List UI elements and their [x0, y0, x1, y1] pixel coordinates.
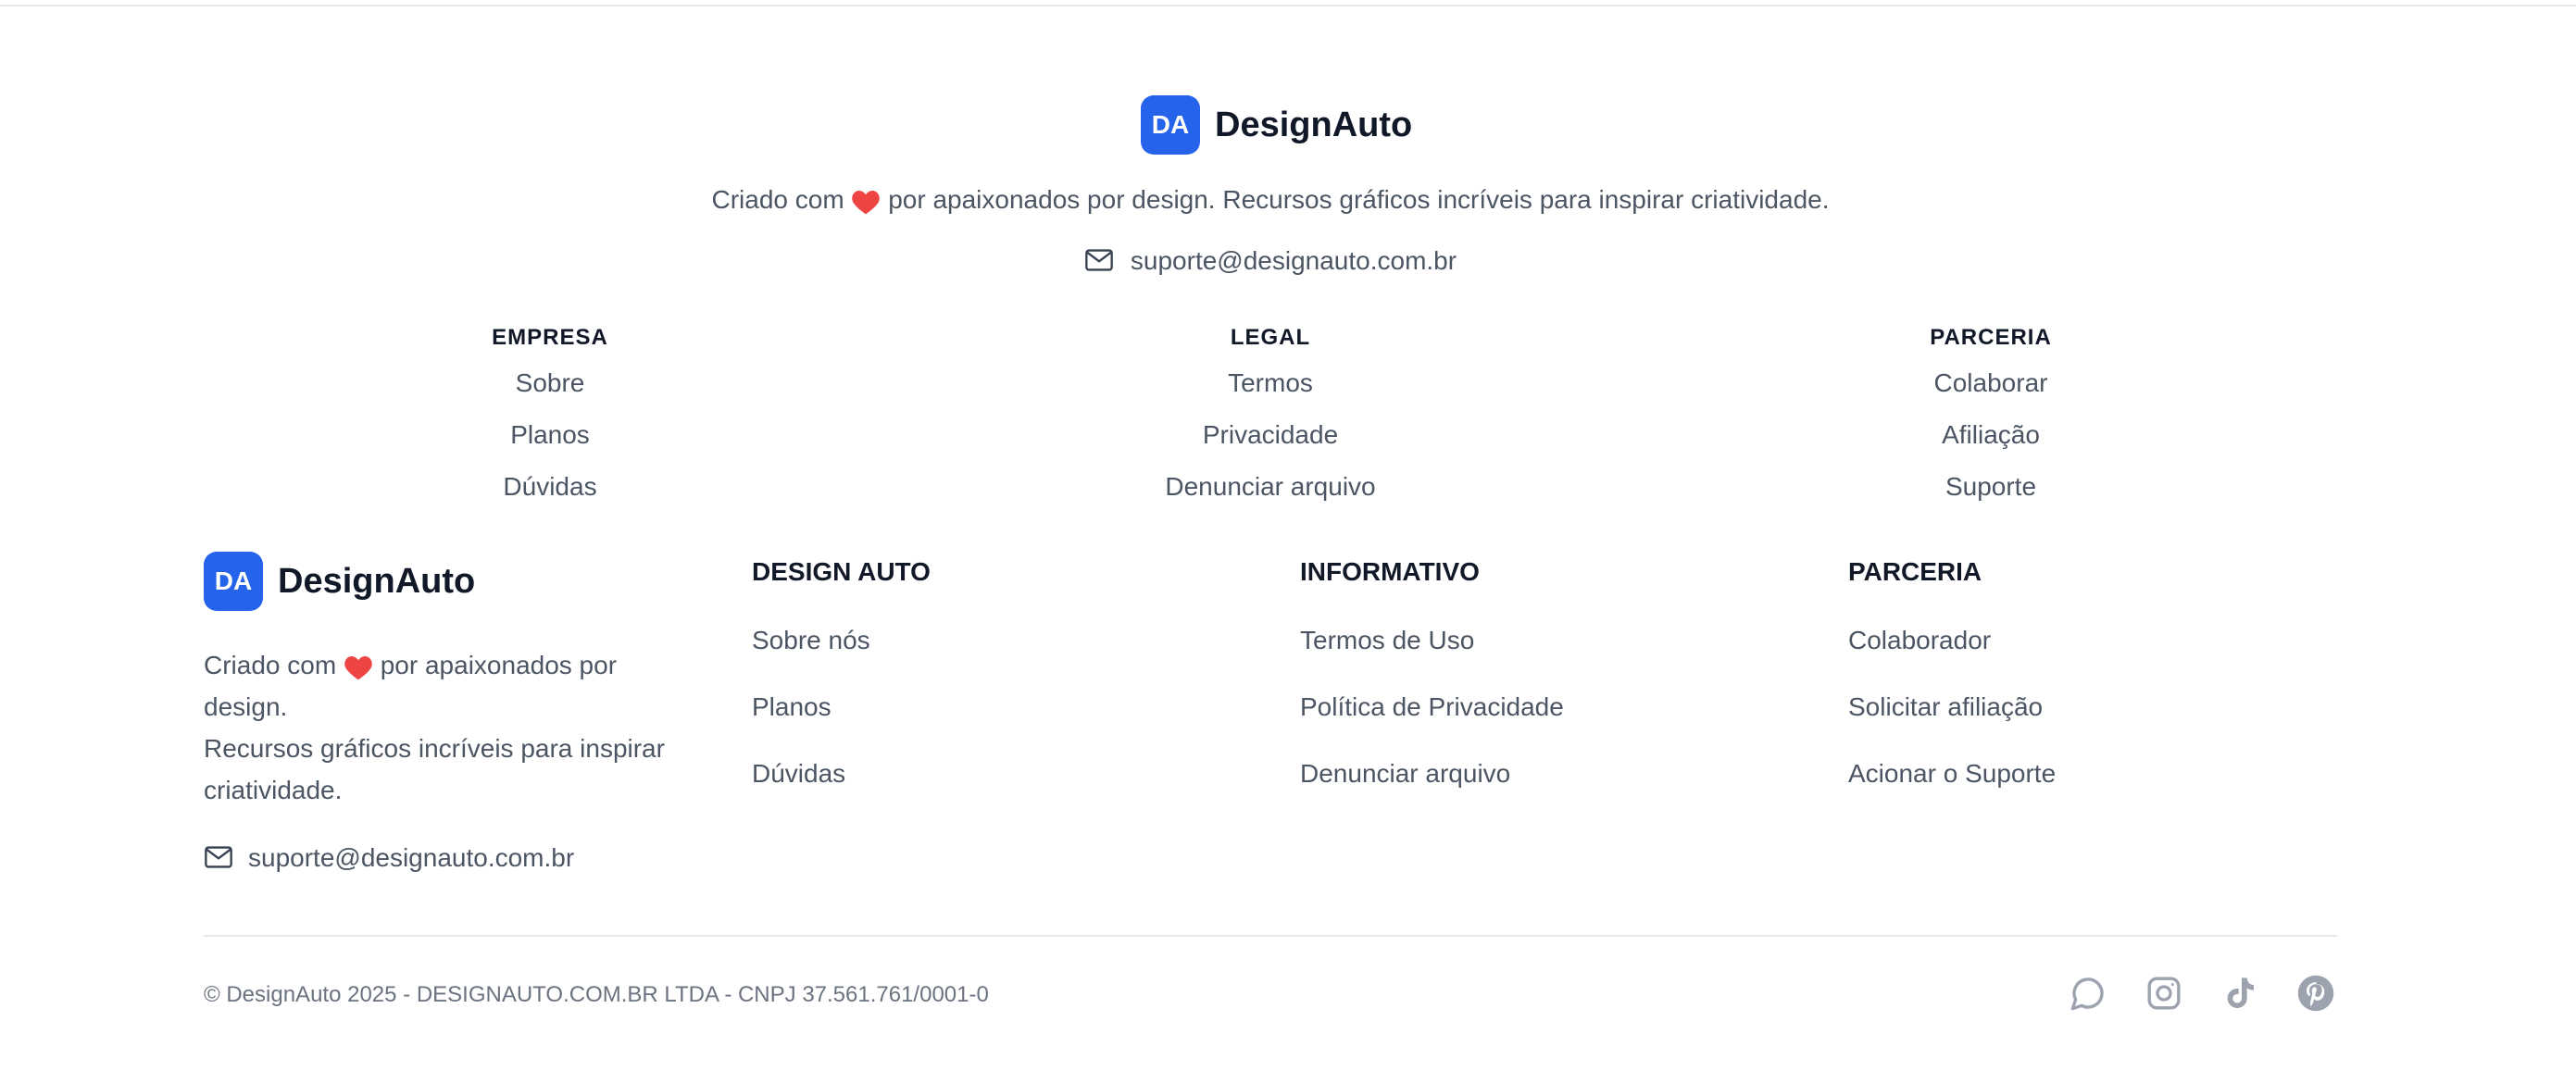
link-duvidas[interactable]: Dúvidas — [752, 755, 931, 792]
centered-brand[interactable]: DA DesignAuto — [1141, 95, 1412, 155]
desc-line1: por apaixonados por — [380, 651, 618, 679]
col-heading: LEGAL — [1230, 325, 1311, 350]
footer-email[interactable]: suporte@designauto.com.br — [204, 840, 574, 877]
footer-description: Criado com por apaixonados por design. R… — [204, 644, 685, 811]
desc-line4: criatividade. — [204, 776, 343, 804]
link-privacidade[interactable]: Privacidade — [1076, 418, 1465, 452]
footer-col-informativo: INFORMATIVO Termos de Uso Política de Pr… — [1300, 554, 1564, 822]
link-colaborar[interactable]: Colaborar — [1796, 367, 2185, 400]
mail-icon — [1085, 249, 1113, 271]
brand-name: DesignAuto — [278, 561, 476, 601]
instagram-icon[interactable] — [2145, 974, 2183, 1013]
centered-email[interactable]: suporte@designauto.com.br — [0, 243, 2541, 280]
link-denunciar-arquivo[interactable]: Denunciar arquivo — [1300, 755, 1564, 792]
bottom-divider — [204, 935, 2337, 937]
top-divider — [0, 5, 2576, 6]
desc-start: Criado com — [204, 651, 337, 679]
heart-icon — [344, 655, 372, 679]
link-duvidas[interactable]: Dúvidas — [356, 470, 744, 504]
col-heading: PARCERIA — [1930, 325, 2052, 350]
link-afiliacao[interactable]: Afiliação — [1796, 418, 2185, 452]
centered-col-legal: LEGAL Termos Privacidade Denunciar arqui… — [1076, 322, 1465, 522]
pinterest-icon[interactable] — [2296, 974, 2335, 1013]
chat-icon[interactable] — [2069, 974, 2107, 1013]
centered-col-parceria: PARCERIA Colaborar Afiliação Suporte — [1796, 322, 2185, 522]
tagline-start: Criado com — [711, 185, 844, 214]
mail-icon — [205, 846, 232, 868]
link-termos[interactable]: Termos — [1076, 367, 1465, 400]
link-colaborador[interactable]: Colaborador — [1848, 622, 2056, 659]
centered-tagline: Criado com por apaixonados por design. R… — [0, 181, 2541, 218]
link-suporte[interactable]: Suporte — [1796, 470, 2185, 504]
logo-badge: DA — [204, 552, 263, 611]
social-links — [2069, 974, 2335, 1013]
footer-brand[interactable]: DA DesignAuto — [204, 552, 475, 611]
tiktok-icon[interactable] — [2220, 974, 2259, 1013]
link-sobre-nos[interactable]: Sobre nós — [752, 622, 931, 659]
copyright-text: © DesignAuto 2025 - DESIGNAUTO.COM.BR LT… — [204, 982, 989, 1007]
footer-col-parceria: PARCERIA Colaborador Solicitar afiliação… — [1848, 554, 2056, 822]
footer-email-text[interactable]: suporte@designauto.com.br — [248, 843, 574, 872]
link-politica-privacidade[interactable]: Política de Privacidade — [1300, 689, 1564, 726]
desc-line3: Recursos gráficos incríveis para inspira… — [204, 734, 665, 763]
link-planos[interactable]: Planos — [752, 689, 931, 726]
link-planos[interactable]: Planos — [356, 418, 744, 452]
col-heading: EMPRESA — [492, 325, 608, 350]
centered-col-empresa: EMPRESA Sobre Planos Dúvidas — [356, 322, 744, 522]
tagline-end: por apaixonados por design. Recursos grá… — [888, 185, 1830, 214]
col-heading: DESIGN AUTO — [752, 557, 931, 586]
link-sobre[interactable]: Sobre — [356, 367, 744, 400]
heart-icon — [852, 190, 881, 214]
link-acionar-suporte[interactable]: Acionar o Suporte — [1848, 755, 2056, 792]
link-denunciar-arquivo[interactable]: Denunciar arquivo — [1076, 470, 1465, 504]
col-heading: INFORMATIVO — [1300, 557, 1480, 586]
col-heading: PARCERIA — [1848, 557, 1982, 586]
footer-col-design-auto: DESIGN AUTO Sobre nós Planos Dúvidas — [752, 554, 931, 822]
brand-name: DesignAuto — [1215, 105, 1413, 144]
centered-email-text[interactable]: suporte@designauto.com.br — [1131, 246, 1457, 275]
logo-badge: DA — [1141, 95, 1200, 155]
link-solicitar-afiliacao[interactable]: Solicitar afiliação — [1848, 689, 2056, 726]
link-termos-de-uso[interactable]: Termos de Uso — [1300, 622, 1564, 659]
desc-line2: design. — [204, 692, 288, 721]
